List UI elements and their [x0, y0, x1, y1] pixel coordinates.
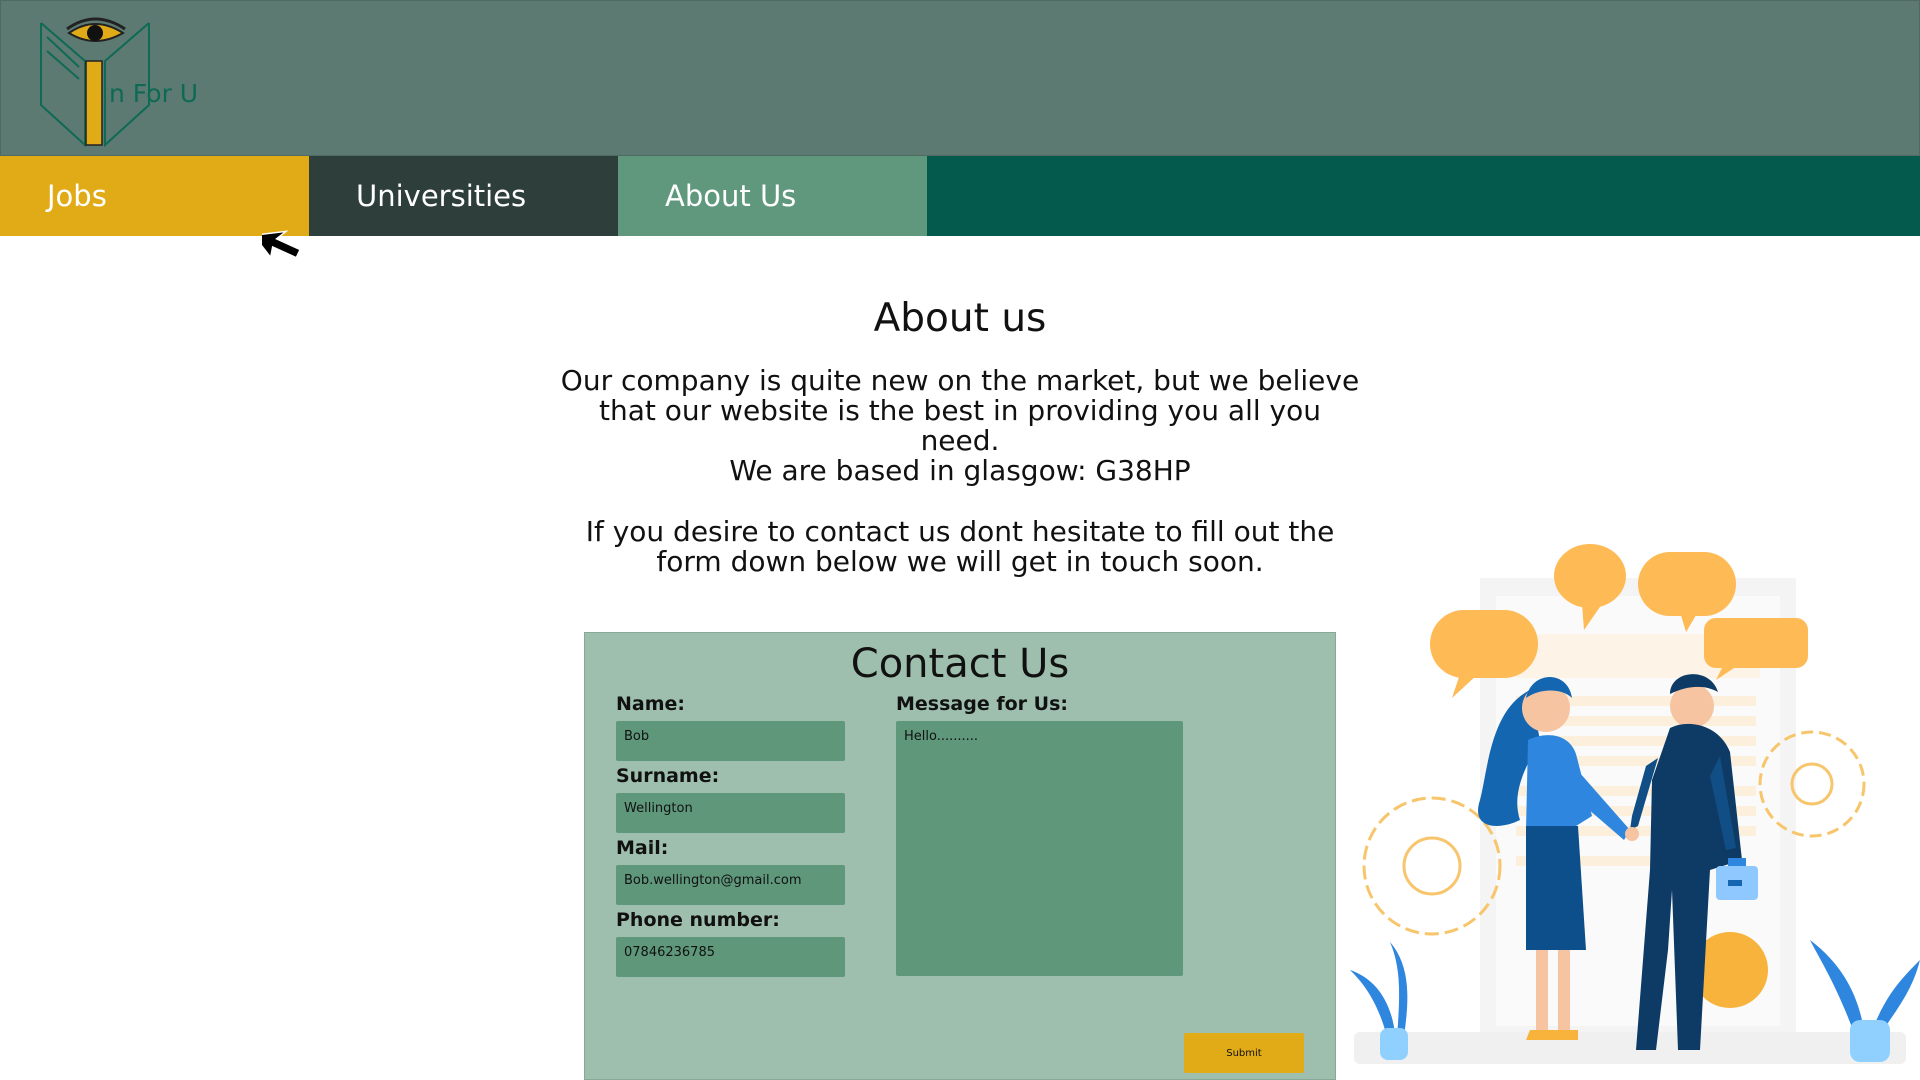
name-field[interactable]: Bob [616, 721, 845, 761]
surname-field[interactable]: Wellington [616, 793, 845, 833]
handshake-business-illustration [1350, 544, 1920, 1064]
about-paragraph-contact: If you desire to contact us dont hesitat… [585, 515, 1335, 578]
nav-item-about-us[interactable]: About Us [618, 156, 927, 236]
phone-field[interactable]: 07846236785 [616, 937, 845, 977]
about-paragraph-location: We are based in glasgow: G38HP [729, 454, 1191, 487]
nav-item-universities[interactable]: Universities [309, 156, 618, 236]
mouse-pointer-icon [262, 230, 302, 260]
site-header: n For U [0, 0, 1920, 156]
email-field[interactable]: Bob.wellington@gmail.com [616, 865, 845, 905]
contact-form-title: Contact Us [850, 641, 1070, 687]
phone-label: Phone number: [616, 909, 780, 931]
mail-label: Mail: [616, 837, 669, 859]
page-title: About us [873, 296, 1047, 341]
message-textarea[interactable]: Hello.......... [896, 721, 1183, 976]
contact-form: Contact Us Name: Bob Surname: Wellington… [584, 632, 1336, 1080]
submit-button[interactable]: Submit [1184, 1033, 1304, 1073]
logo-text: n For U [109, 79, 199, 108]
about-paragraph-intro: Our company is quite new on the market, … [560, 364, 1360, 457]
name-label: Name: [616, 693, 686, 715]
surname-label: Surname: [616, 765, 720, 787]
message-label: Message for Us: [896, 693, 1068, 715]
